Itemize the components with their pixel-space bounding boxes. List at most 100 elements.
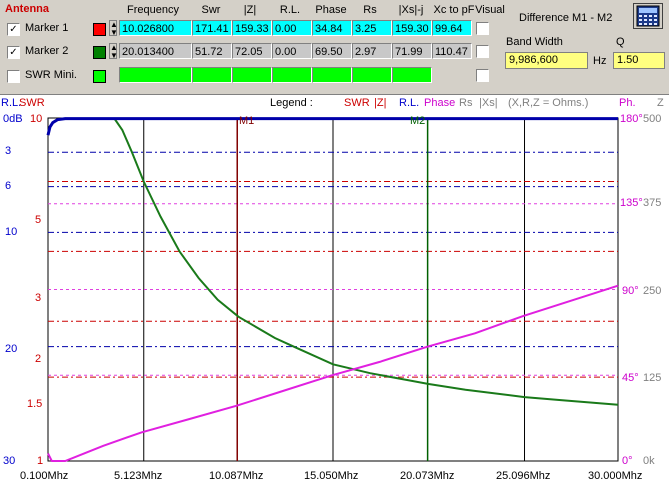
legend-units-note: (X,R,Z = Ohms.) [508, 97, 589, 109]
marker1-checkbox[interactable]: ✓ [7, 23, 20, 36]
z-tick: 375 [643, 197, 662, 209]
marker2-spin-button[interactable]: ▲ ▼ [109, 43, 118, 60]
marker1-rl: 0.00 [272, 20, 312, 36]
swr-axis-title: SWR [19, 97, 45, 109]
x-tick: 10.087Mhz [209, 470, 264, 482]
swr-mini-checkbox[interactable] [7, 70, 20, 83]
phase-tick: 180° [620, 113, 643, 125]
col-phase: Phase [315, 4, 347, 16]
bandwidth-field[interactable]: 9,986,600 [505, 52, 588, 69]
marker2-xs: 71.99 [392, 43, 432, 59]
col-xs: |Xs|-j [398, 4, 424, 16]
plot-svg [0, 94, 669, 462]
marker2-checkbox[interactable]: ✓ [7, 46, 20, 59]
col-frequency: Frequency [127, 4, 179, 16]
marker1-visual-checkbox[interactable] [476, 22, 489, 35]
legend-rl: R.L. [399, 97, 420, 109]
col-xc-pf: Xc to pF [433, 4, 475, 16]
swr-mini-label: SWR Mini. [25, 69, 77, 81]
marker1-frequency[interactable]: 10.026800 [119, 20, 192, 36]
difference-title: Difference M1 - M2 [519, 12, 613, 24]
marker2-z: 72.05 [232, 43, 272, 59]
x-tick: 0.100Mhz [20, 470, 69, 482]
marker1-rs: 3.25 [352, 20, 392, 36]
phase-tick: 135° [620, 197, 643, 209]
legend-phase: Phase [424, 97, 456, 109]
legend-z: |Z| [374, 97, 387, 109]
chart-area: R.L. SWR Legend : SWR |Z| R.L. Phase Rs … [0, 94, 669, 485]
legend-swr: SWR [344, 97, 370, 109]
rl-tick: 3 [5, 145, 12, 157]
col-rl: R.L. [279, 4, 301, 16]
marker2-color-swatch[interactable] [93, 46, 106, 59]
swr-tick: 1.5 [27, 398, 43, 410]
marker2-rl: 0.00 [272, 43, 312, 59]
z-tick: 500 [643, 113, 662, 125]
swr-tick: 1 [37, 455, 44, 467]
swr-mini-visual-checkbox[interactable] [476, 69, 489, 82]
rl-tick: 10 [5, 226, 18, 238]
legend-title: Legend : [270, 97, 313, 109]
x-tick: 5.123Mhz [114, 470, 163, 482]
col-visual: Visual [475, 4, 505, 16]
phase-axis-title: Ph. [619, 97, 636, 109]
z-tick: 125 [643, 372, 662, 384]
phase-tick: 45° [622, 372, 639, 384]
swr-mini-cell [119, 67, 192, 83]
bandwidth-label: Band Width [506, 36, 563, 48]
q-label: Q [616, 36, 625, 48]
z-axis-title: Z [657, 97, 664, 109]
swr-mini-cell [232, 67, 272, 83]
col-rs: Rs [363, 4, 377, 16]
marker2-visual-checkbox[interactable] [476, 45, 489, 58]
q-field[interactable]: 1.50 [613, 52, 665, 69]
swr-tick: 10 [30, 113, 43, 125]
x-tick: 20.073Mhz [400, 470, 455, 482]
marker-m1-label: M1 [239, 115, 255, 127]
marker2-xc-pf: 110.47 [432, 43, 472, 59]
swr-mini-cell [312, 67, 352, 83]
phase-tick: 0° [622, 455, 633, 467]
swr-mini-cell [352, 67, 392, 83]
marker2-frequency[interactable]: 20.013400 [119, 43, 192, 59]
swr-tick: 3 [35, 292, 42, 304]
calculator-icon [636, 5, 660, 27]
rl-tick: 6 [5, 180, 12, 192]
marker1-z: 159.33 [232, 20, 272, 36]
marker1-swr: 171.41 [192, 20, 232, 36]
swr-tick: 2 [35, 353, 42, 365]
marker1-spin-button[interactable]: ▲ ▼ [109, 20, 118, 37]
legend-xs: |Xs| [479, 97, 498, 109]
marker1-color-swatch[interactable] [93, 23, 106, 36]
marker1-xc-pf: 99.64 [432, 20, 472, 36]
series-line-swr [113, 117, 619, 406]
rl-tick: 20 [5, 343, 18, 355]
x-tick: 25.096Mhz [496, 470, 551, 482]
marker2-phase: 69.50 [312, 43, 352, 59]
marker2-swr: 51.72 [192, 43, 232, 59]
marker1-xs: 159.30 [392, 20, 432, 36]
z-tick: 0k [643, 455, 655, 467]
col-z: |Z| [243, 4, 257, 16]
swr-tick: 5 [35, 214, 42, 226]
hz-label: Hz [593, 55, 607, 67]
x-tick: 30.000Mhz [588, 470, 643, 482]
marker-m2-label: M2 [410, 115, 426, 127]
calculator-button[interactable] [633, 3, 663, 29]
rl-tick: 0dB [3, 113, 23, 125]
x-tick: 15.050Mhz [304, 470, 359, 482]
antenna-title: Antenna [5, 3, 49, 15]
swr-mini-cell [272, 67, 312, 83]
marker2-rs: 2.97 [352, 43, 392, 59]
swr-mini-cell [192, 67, 232, 83]
phase-tick: 90° [622, 285, 639, 297]
z-tick: 250 [643, 285, 662, 297]
rl-tick: 30 [3, 455, 16, 467]
legend-rs: Rs [459, 97, 473, 109]
swr-mini-cell [392, 67, 432, 83]
control-panel: Antenna Frequency Swr |Z| R.L. Phase Rs … [0, 0, 669, 94]
swr-mini-color-swatch[interactable] [93, 70, 106, 83]
col-swr: Swr [201, 4, 221, 16]
marker1-phase: 34.84 [312, 20, 352, 36]
marker2-label: Marker 2 [25, 45, 69, 57]
